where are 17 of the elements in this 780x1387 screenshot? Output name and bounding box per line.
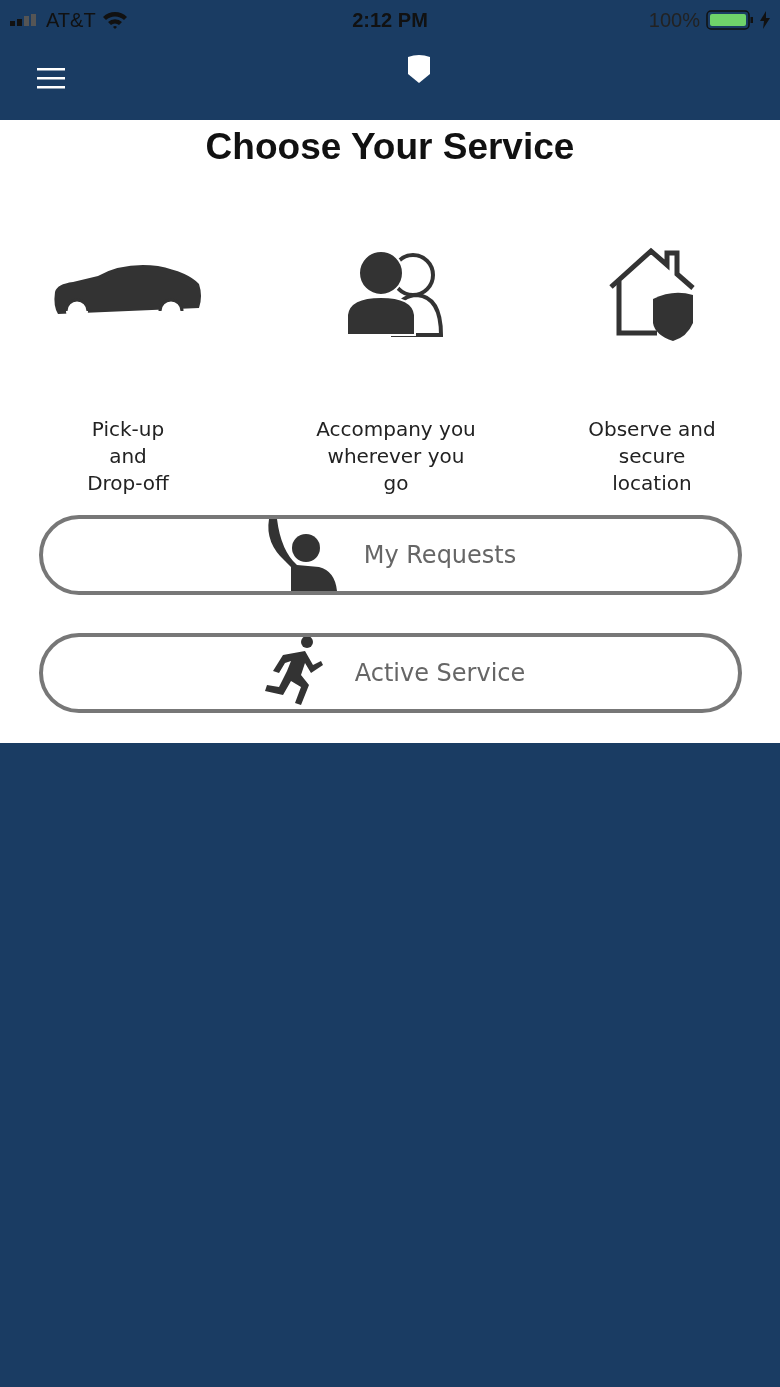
running-person-icon xyxy=(262,637,325,705)
shield-icon xyxy=(407,54,431,84)
service-label: Observe and secure location xyxy=(588,416,716,497)
carrier-name: AT&T xyxy=(46,8,96,32)
wifi-icon xyxy=(101,11,128,29)
service-button[interactable]: Active Service xyxy=(38,633,742,713)
battery-percent: 100% xyxy=(648,8,700,32)
house-shield-icon[interactable] xyxy=(607,247,697,341)
service-button[interactable]: My Requests xyxy=(38,515,742,595)
battery-icon xyxy=(706,10,754,30)
charging-icon xyxy=(760,11,770,29)
status-time: 2:12 PM xyxy=(352,8,428,32)
service-label: Accompany you wherever you go xyxy=(316,416,476,497)
menu-icon[interactable] xyxy=(37,67,65,89)
service-label: Pick-up and Drop-off xyxy=(87,416,169,497)
people-icon[interactable] xyxy=(347,251,445,337)
page-title: Choose Your Service xyxy=(205,126,575,168)
